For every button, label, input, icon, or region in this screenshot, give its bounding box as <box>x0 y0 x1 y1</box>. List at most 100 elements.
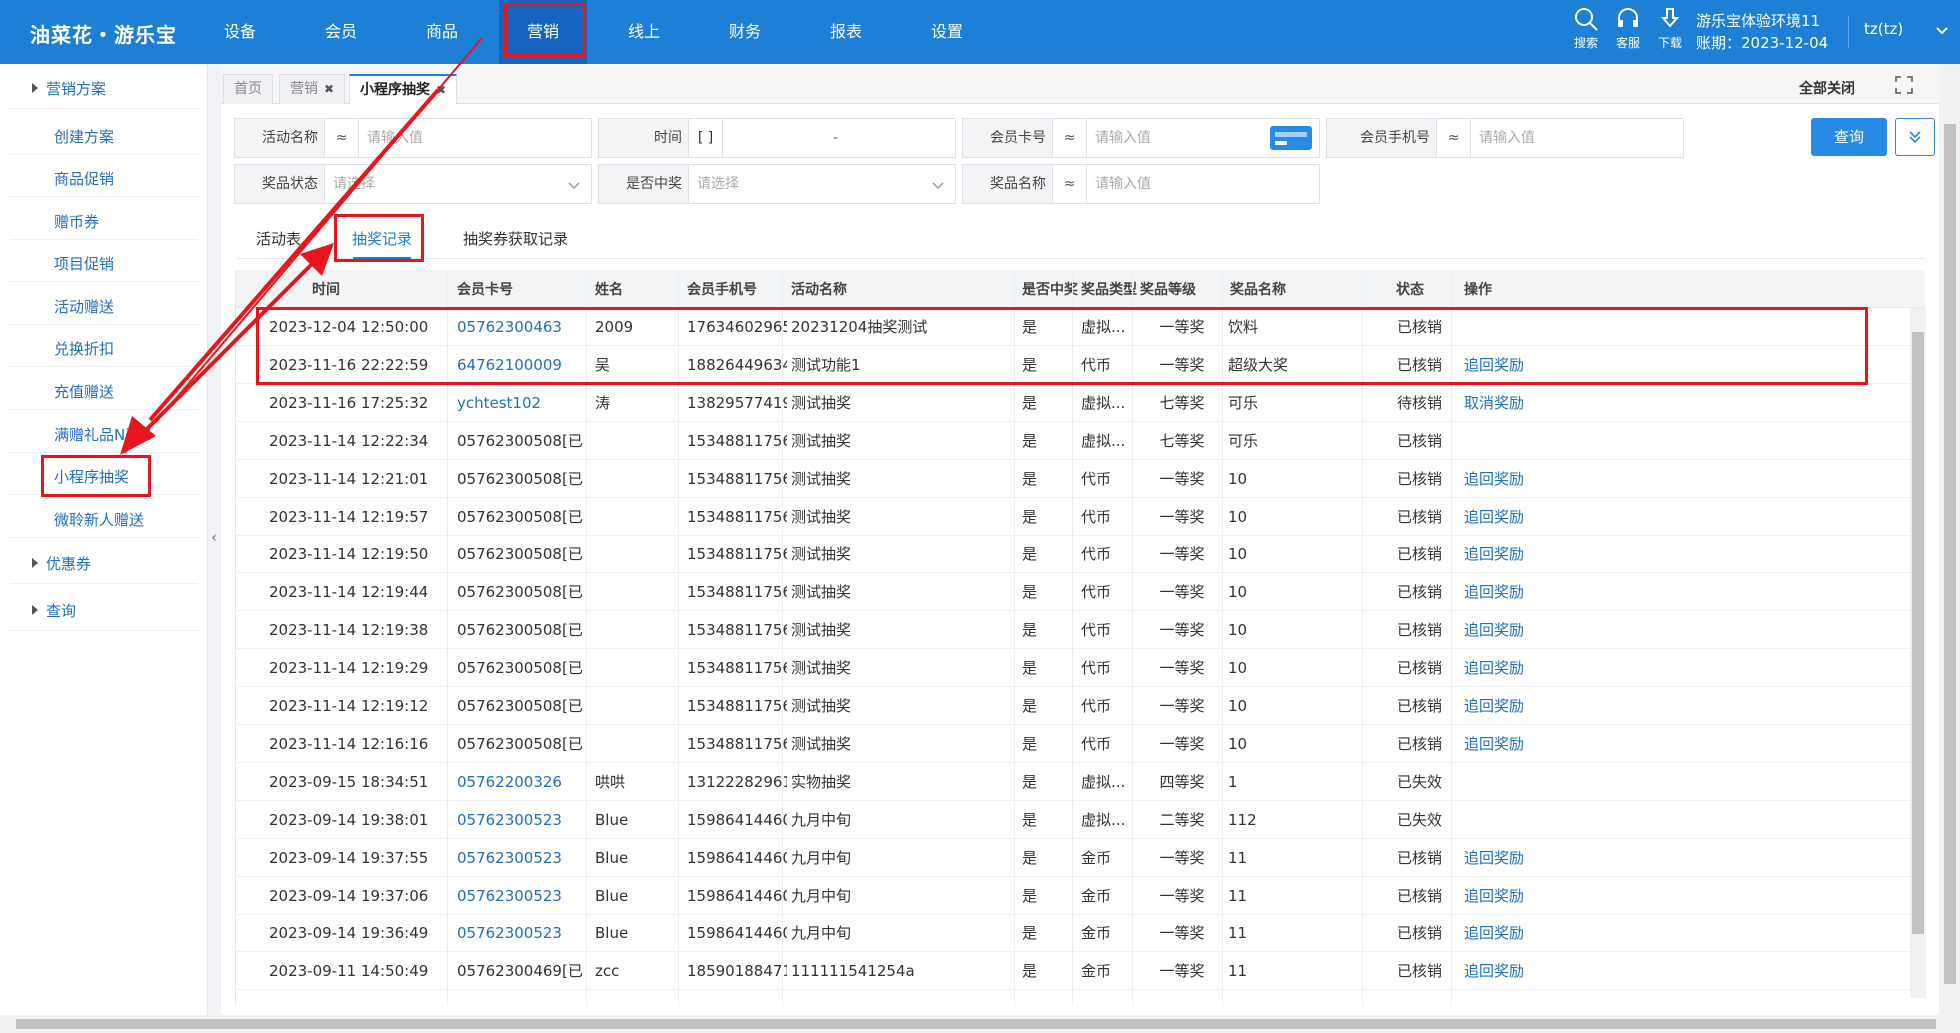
filter-operator[interactable]: ≈ <box>1053 119 1087 157</box>
close-all-button[interactable]: 全部关闭 <box>1799 78 1855 98</box>
filter-operator[interactable]: [ ] <box>689 119 723 157</box>
activity-name-input[interactable]: 请输入值 <box>367 119 423 157</box>
table-row[interactable]: 2023-11-14 12:19:44 05762300508[已退卡] 15348… <box>236 573 1925 612</box>
table-row[interactable]: 2023-11-14 12:19:12 05762300508[已退卡] 15348… <box>236 687 1925 725</box>
nav-online[interactable]: 线上 <box>600 0 688 64</box>
is-winner-filter[interactable]: 是否中奖 请选择 <box>598 164 956 204</box>
cell-member-card[interactable]: ychtest102 <box>457 384 583 422</box>
table-row[interactable]: 2023-11-14 12:19:57 05762300508[已退卡] 15348… <box>236 498 1925 536</box>
recover-reward-link[interactable]: 追回奖励 <box>1464 573 1554 611</box>
search-tool[interactable]: 搜索 <box>1568 6 1604 51</box>
sidebar-group-query[interactable]: 查询 <box>32 600 76 621</box>
cell-member-card[interactable]: 05762300523 <box>457 877 583 915</box>
column-header-prize-type[interactable]: 奖品类型 <box>1081 270 1137 308</box>
member-phone-input[interactable]: 请输入值 <box>1479 119 1535 157</box>
filter-operator[interactable]: ≈ <box>325 119 359 157</box>
recover-reward-link[interactable]: 追回奖励 <box>1464 535 1554 573</box>
filter-operator[interactable]: ≈ <box>1053 165 1087 203</box>
recover-reward-link[interactable]: 追回奖励 <box>1464 687 1554 725</box>
column-header-is-winner[interactable]: 是否中奖 <box>1022 270 1078 308</box>
table-row[interactable]: 2023-09-14 19:37:55 05762300523 Blue 159864… <box>236 839 1925 877</box>
tab-activity-table[interactable]: 活动表 <box>256 228 301 249</box>
close-icon[interactable]: ✖ <box>436 83 446 97</box>
tab-home[interactable]: 首页 <box>223 74 273 104</box>
horizontal-scrollbar[interactable] <box>0 1015 1960 1033</box>
close-icon[interactable]: ✖ <box>324 82 334 96</box>
prize-status-select[interactable]: 请选择 <box>333 165 375 203</box>
nav-member[interactable]: 会员 <box>297 0 385 64</box>
date-range-input[interactable]: - <box>833 119 838 157</box>
service-tool[interactable]: 客服 <box>1610 6 1646 51</box>
sidebar-item-project-promo[interactable]: 项目促销 <box>54 253 114 274</box>
column-header-phone[interactable]: 会员手机号 <box>687 270 757 308</box>
nav-goods[interactable]: 商品 <box>398 0 486 64</box>
horizontal-scrollbar-thumb[interactable] <box>16 1019 1936 1029</box>
tab-miniprogram-lottery[interactable]: 小程序抽奖 ✖ <box>349 74 458 104</box>
sidebar-item-gift-n-of-n[interactable]: 满赠礼品N选N <box>54 424 151 445</box>
card-reader-icon[interactable] <box>1269 125 1313 151</box>
query-button[interactable]: 查询 <box>1811 118 1887 156</box>
recover-reward-link[interactable]: 追回奖励 <box>1464 877 1554 915</box>
sidebar-item-activity-gift[interactable]: 活动赠送 <box>54 296 114 317</box>
table-row[interactable]: 2023-09-14 19:38:01 05762300523 Blue 159864… <box>236 801 1925 839</box>
tab-coupon-acquisition-records[interactable]: 抽奖券获取记录 <box>463 228 568 249</box>
column-header-time[interactable]: 时间 <box>312 270 340 308</box>
table-scrollbar[interactable] <box>1910 308 1926 998</box>
recover-reward-link[interactable]: 追回奖励 <box>1464 839 1554 877</box>
table-row[interactable]: 2023-11-14 12:16:16 05762300508[已退卡] 15348… <box>236 725 1925 763</box>
table-row[interactable]: 2023-11-14 12:19:50 05762300508[已退卡] 15348… <box>236 535 1925 574</box>
cell-member-card[interactable]: 05762200326 <box>457 763 583 801</box>
table-row[interactable]: 2023-11-14 12:22:34 05762300508[已退卡] 15348… <box>236 422 1925 460</box>
recover-reward-link[interactable]: 追回奖励 <box>1464 952 1554 990</box>
nav-finance[interactable]: 财务 <box>701 0 789 64</box>
nav-device[interactable]: 设备 <box>196 0 284 64</box>
column-header-status[interactable]: 状态 <box>1396 270 1424 308</box>
fullscreen-icon[interactable] <box>1895 76 1913 94</box>
table-row[interactable]: 2023-11-16 17:25:32 ychtest102 涛 1382957741… <box>236 384 1925 422</box>
user-menu[interactable]: tz(tz) <box>1864 20 1903 38</box>
table-row[interactable]: 2023-09-14 19:36:49 05762300523 Blue 159864… <box>236 914 1925 953</box>
sidebar-group-coupon[interactable]: 优惠券 <box>32 553 91 574</box>
cancel-reward-link[interactable]: 取消奖励 <box>1464 384 1554 422</box>
recover-reward-link[interactable]: 追回奖励 <box>1464 611 1554 649</box>
sidebar-group-marketing-plan[interactable]: 营销方案 <box>32 78 106 99</box>
table-row[interactable]: 2023-09-11 14:50:49 05762300469[已退卡] zcc 18… <box>236 952 1925 991</box>
recover-reward-link[interactable]: 追回奖励 <box>1464 649 1554 687</box>
cell-member-card[interactable]: 05762300523 <box>457 914 583 952</box>
sidebar-item-coin-coupon[interactable]: 赠币券 <box>54 211 99 232</box>
table-row[interactable]: 2023-11-14 12:19:38 05762300508[已退卡] 15348… <box>236 611 1925 650</box>
column-header-prize-level[interactable]: 奖品等级 <box>1140 270 1196 308</box>
member-card-input[interactable]: 请输入值 <box>1095 119 1151 157</box>
sidebar-item-newcomer-gift[interactable]: 微聆新人赠送 <box>54 509 144 530</box>
column-header-name[interactable]: 姓名 <box>595 270 623 308</box>
table-scrollbar-thumb[interactable] <box>1912 332 1924 934</box>
sidebar-item-exchange-discount[interactable]: 兑换折扣 <box>54 338 114 359</box>
sidebar-item-recharge-gift[interactable]: 充值赠送 <box>54 381 114 402</box>
column-header-prize-name[interactable]: 奖品名称 <box>1230 270 1286 308</box>
column-header-member-card[interactable]: 会员卡号 <box>457 270 513 308</box>
prize-name-input[interactable]: 请输入值 <box>1095 165 1151 203</box>
filter-operator[interactable]: ≈ <box>1437 119 1471 157</box>
recover-reward-link[interactable]: 追回奖励 <box>1464 725 1554 763</box>
recover-reward-link[interactable]: 追回奖励 <box>1464 460 1554 498</box>
table-row[interactable]: 2023-11-14 12:21:01 05762300508[已退卡] 15348… <box>236 460 1925 498</box>
chevron-down-icon[interactable] <box>1934 22 1950 38</box>
sidebar-item-create-plan[interactable]: 创建方案 <box>54 126 114 147</box>
cell-member-card[interactable]: 05762300523 <box>457 801 583 839</box>
recover-reward-link[interactable]: 追回奖励 <box>1464 914 1554 952</box>
sidebar-item-goods-promo[interactable]: 商品促销 <box>54 168 114 189</box>
table-row[interactable]: 2023-09-15 18:34:51 05762200326 哄哄 13122282… <box>236 763 1925 801</box>
table-row[interactable]: 2023-11-14 12:19:29 05762300508[已退卡] 15348… <box>236 649 1925 688</box>
column-header-activity[interactable]: 活动名称 <box>791 270 847 308</box>
sidebar-collapse-chevron-icon[interactable]: ‹ <box>208 520 220 556</box>
page-scrollbar[interactable] <box>1940 64 1960 1015</box>
page-scrollbar-thumb[interactable] <box>1944 124 1956 984</box>
cell-member-card[interactable]: 05762300523 <box>457 839 583 877</box>
is-winner-select[interactable]: 请选择 <box>697 165 739 203</box>
expand-filters-button[interactable] <box>1895 118 1935 156</box>
tab-marketing[interactable]: 营销 ✖ <box>279 74 346 104</box>
recover-reward-link[interactable]: 追回奖励 <box>1464 498 1554 536</box>
download-tool[interactable]: 下载 <box>1652 6 1688 51</box>
nav-report[interactable]: 报表 <box>802 0 890 64</box>
nav-settings[interactable]: 设置 <box>903 0 991 64</box>
